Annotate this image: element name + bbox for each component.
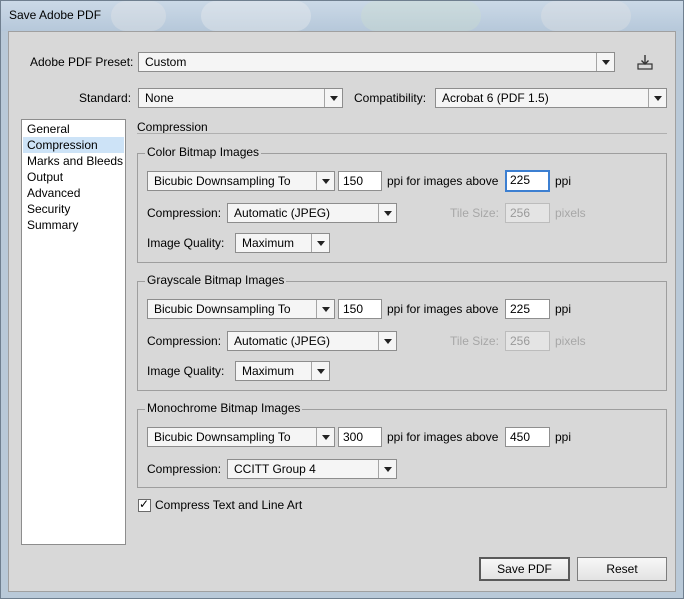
chevron-down-icon: [311, 362, 329, 380]
color-tile-input: 256: [505, 203, 550, 223]
save-preset-icon[interactable]: [636, 53, 654, 71]
title-bar-decoration: [361, 1, 481, 31]
gray-compression-dropdown[interactable]: Automatic (JPEG): [227, 331, 397, 351]
compatibility-label: Compatibility:: [354, 91, 427, 105]
mono-above-ppi-input[interactable]: 450: [505, 427, 550, 447]
monochrome-bitmap-group: Monochrome Bitmap Images Bicubic Downsam…: [137, 401, 667, 488]
color-downsampling-value: Bicubic Downsampling To: [154, 174, 291, 188]
mono-above-label: ppi for images above: [387, 430, 499, 444]
mono-compression-label: Compression:: [147, 462, 222, 476]
section-title: Compression: [137, 120, 208, 134]
save-pdf-dialog: Save Adobe PDF Adobe PDF Preset: Custom …: [0, 0, 684, 599]
title-bar-decoration: [111, 1, 166, 31]
mono-group-title: Monochrome Bitmap Images: [145, 401, 303, 415]
color-tile-label: Tile Size:: [450, 206, 499, 220]
window-title: Save Adobe PDF: [9, 8, 102, 22]
color-above-label: ppi for images above: [387, 174, 499, 188]
color-ppi-input[interactable]: 150: [338, 171, 382, 191]
color-above-ppi-input[interactable]: 225: [505, 170, 550, 192]
grayscale-bitmap-group: Grayscale Bitmap Images Bicubic Downsamp…: [137, 273, 667, 391]
compatibility-value: Acrobat 6 (PDF 1.5): [442, 91, 549, 105]
mono-compression-value: CCITT Group 4: [234, 462, 316, 476]
gray-group-title: Grayscale Bitmap Images: [145, 273, 287, 287]
sidebar-item-summary[interactable]: Summary: [23, 217, 124, 233]
compress-text-label[interactable]: Compress Text and Line Art: [155, 498, 302, 512]
standard-dropdown[interactable]: None: [138, 88, 343, 108]
color-quality-dropdown[interactable]: Maximum: [235, 233, 330, 253]
chevron-down-icon: [324, 89, 342, 107]
mono-downsampling-value: Bicubic Downsampling To: [154, 430, 291, 444]
color-ppi-unit: ppi: [555, 174, 572, 188]
mono-ppi-unit: ppi: [555, 430, 572, 444]
color-group-title: Color Bitmap Images: [145, 145, 262, 159]
color-compression-dropdown[interactable]: Automatic (JPEG): [227, 203, 397, 223]
mono-ppi-input[interactable]: 300: [338, 427, 382, 447]
preset-value: Custom: [145, 55, 187, 69]
gray-tile-label: Tile Size:: [450, 334, 499, 348]
dialog-body: Adobe PDF Preset: Custom Standard: None …: [8, 31, 676, 592]
gray-ppi-input[interactable]: 150: [338, 299, 382, 319]
gray-tile-unit: pixels: [555, 334, 586, 348]
chevron-down-icon: [378, 204, 396, 222]
mono-compression-dropdown[interactable]: CCITT Group 4: [227, 459, 397, 479]
title-bar-decoration: [201, 1, 311, 31]
gray-compression-value: Automatic (JPEG): [234, 334, 331, 348]
sidebar-item-security[interactable]: Security: [23, 201, 124, 217]
color-tile-unit: pixels: [555, 206, 586, 220]
gray-above-ppi-input[interactable]: 225: [505, 299, 550, 319]
chevron-down-icon: [378, 460, 396, 478]
compatibility-dropdown[interactable]: Acrobat 6 (PDF 1.5): [435, 88, 667, 108]
category-list: General Compression Marks and Bleeds Out…: [21, 119, 126, 545]
preset-label: Adobe PDF Preset:: [30, 55, 134, 69]
preset-dropdown[interactable]: Custom: [138, 52, 615, 72]
chevron-down-icon: [311, 234, 329, 252]
color-quality-value: Maximum: [242, 236, 295, 250]
gray-tile-input: 256: [505, 331, 550, 351]
gray-compression-label: Compression:: [147, 334, 222, 348]
standard-value: None: [145, 91, 174, 105]
title-bar[interactable]: Save Adobe PDF: [1, 1, 683, 31]
checkmark-icon: ✓: [139, 497, 150, 511]
sidebar-item-marks-and-bleeds[interactable]: Marks and Bleeds: [23, 153, 124, 169]
title-bar-decoration: [541, 1, 631, 31]
gray-quality-label: Image Quality:: [147, 364, 225, 378]
chevron-down-icon: [316, 300, 334, 318]
color-bitmap-group: Color Bitmap Images Bicubic Downsampling…: [137, 145, 667, 263]
sidebar-item-output[interactable]: Output: [23, 169, 124, 185]
color-downsampling-dropdown[interactable]: Bicubic Downsampling To: [147, 171, 335, 191]
gray-downsampling-value: Bicubic Downsampling To: [154, 302, 291, 316]
gray-quality-dropdown[interactable]: Maximum: [235, 361, 330, 381]
chevron-down-icon: [316, 428, 334, 446]
save-pdf-button[interactable]: Save PDF: [479, 557, 570, 581]
mono-downsampling-dropdown[interactable]: Bicubic Downsampling To: [147, 427, 335, 447]
sidebar-item-general[interactable]: General: [23, 121, 124, 137]
compress-text-checkbox[interactable]: ✓: [138, 497, 151, 512]
chevron-down-icon: [316, 172, 334, 190]
gray-quality-value: Maximum: [242, 364, 295, 378]
color-compression-label: Compression:: [147, 206, 222, 220]
reset-button[interactable]: Reset: [577, 557, 667, 581]
color-quality-label: Image Quality:: [147, 236, 225, 250]
standard-label: Standard:: [79, 91, 132, 105]
section-divider: [137, 133, 667, 134]
gray-ppi-unit: ppi: [555, 302, 572, 316]
gray-above-label: ppi for images above: [387, 302, 499, 316]
color-compression-value: Automatic (JPEG): [234, 206, 331, 220]
chevron-down-icon: [648, 89, 666, 107]
chevron-down-icon: [596, 53, 614, 71]
gray-downsampling-dropdown[interactable]: Bicubic Downsampling To: [147, 299, 335, 319]
chevron-down-icon: [378, 332, 396, 350]
sidebar-item-advanced[interactable]: Advanced: [23, 185, 124, 201]
sidebar-item-compression[interactable]: Compression: [23, 137, 124, 153]
